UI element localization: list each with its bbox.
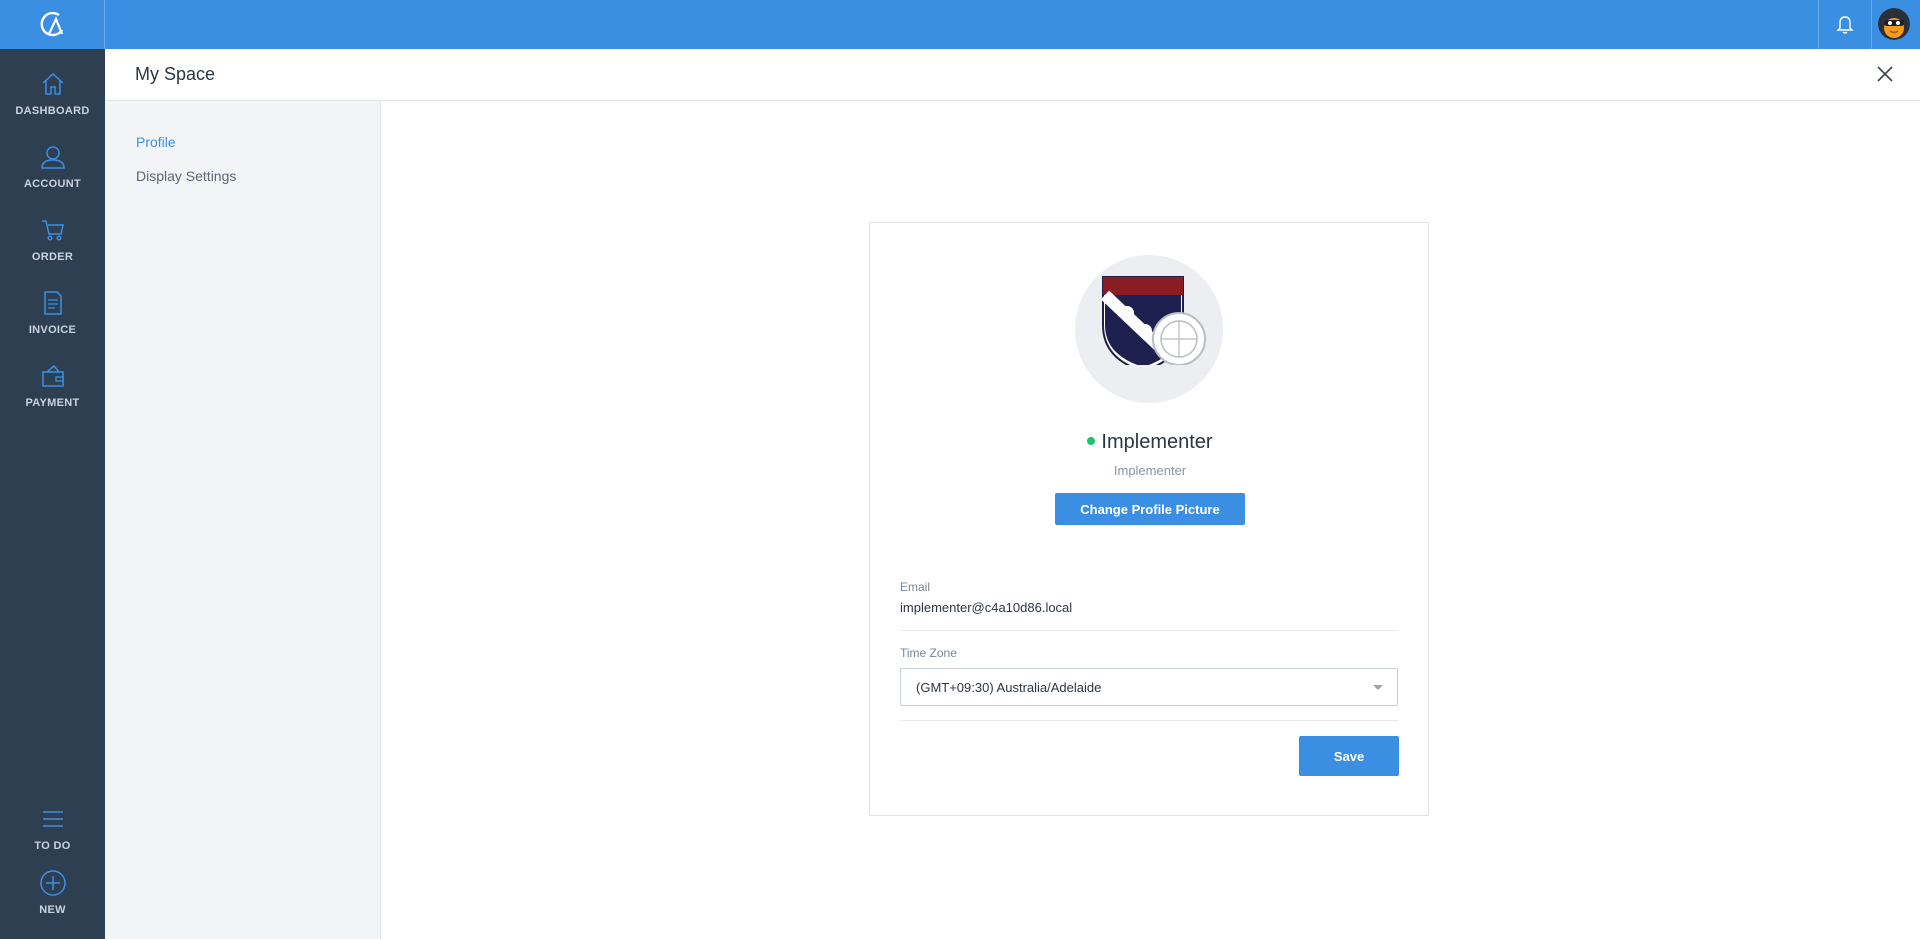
sidebar-item-profile[interactable]: Profile xyxy=(136,134,176,150)
wallet-icon xyxy=(38,361,68,391)
timezone-value: (GMT+09:30) Australia/Adelaide xyxy=(916,680,1102,695)
online-status-dot xyxy=(1087,436,1096,445)
top-bar xyxy=(0,0,1920,49)
nav-invoice[interactable]: INVOICE xyxy=(0,288,105,358)
user-avatar[interactable] xyxy=(1878,8,1910,40)
sidebar-item-display-settings[interactable]: Display Settings xyxy=(136,168,236,184)
nav-invoice-label: INVOICE xyxy=(28,324,77,336)
form-divider xyxy=(900,720,1398,721)
nav-dashboard[interactable]: DASHBOARD xyxy=(0,69,105,139)
timezone-label: Time Zone xyxy=(900,646,957,660)
profile-name-row: Implementer xyxy=(870,431,1430,454)
plus-circle-icon xyxy=(38,868,68,898)
close-icon xyxy=(1877,66,1893,82)
nav-account-label: ACCOUNT xyxy=(23,178,82,190)
settings-sidebar: Profile Display Settings xyxy=(105,101,381,939)
nav-order-label: ORDER xyxy=(31,251,74,263)
save-button[interactable]: Save xyxy=(1299,736,1399,776)
bell-icon xyxy=(1836,15,1854,34)
nav-new[interactable]: NEW xyxy=(0,868,105,938)
notifications-button[interactable] xyxy=(1818,0,1872,49)
profile-name: Implementer xyxy=(1101,431,1213,453)
user-icon xyxy=(38,142,68,172)
nav-new-label: NEW xyxy=(39,904,66,916)
close-button[interactable] xyxy=(1873,62,1897,86)
app-logo-icon xyxy=(40,11,64,36)
page-header: My Space xyxy=(105,49,1920,101)
nav-dashboard-label: DASHBOARD xyxy=(15,105,90,117)
nav-account[interactable]: ACCOUNT xyxy=(0,142,105,212)
nav-todo[interactable]: TO DO xyxy=(0,804,105,874)
home-icon xyxy=(38,69,68,99)
page-title: My Space xyxy=(135,64,216,84)
email-label: Email xyxy=(900,580,931,594)
email-divider xyxy=(900,630,1398,631)
change-profile-picture-button[interactable]: Change Profile Picture xyxy=(1055,493,1245,525)
nav-order[interactable]: ORDER xyxy=(0,215,105,285)
email-value: implementer@c4a10d86.local xyxy=(900,600,1073,615)
nav-payment[interactable]: PAYMENT xyxy=(0,361,105,431)
cart-icon xyxy=(38,215,68,245)
app-logo[interactable] xyxy=(0,0,105,49)
document-icon xyxy=(38,288,68,318)
profile-card: Implementer Implementer Change Profile P… xyxy=(869,222,1429,816)
profile-picture xyxy=(1075,255,1223,403)
chevron-down-icon xyxy=(1373,685,1383,690)
timezone-select[interactable]: (GMT+09:30) Australia/Adelaide xyxy=(900,668,1398,706)
list-icon xyxy=(38,804,68,834)
main-nav: DASHBOARD ACCOUNT ORDER INVOICE PAYMENT … xyxy=(0,49,105,939)
profile-role: Implementer xyxy=(1113,463,1187,478)
nav-payment-label: PAYMENT xyxy=(25,397,80,409)
nav-todo-label: TO DO xyxy=(34,840,71,852)
